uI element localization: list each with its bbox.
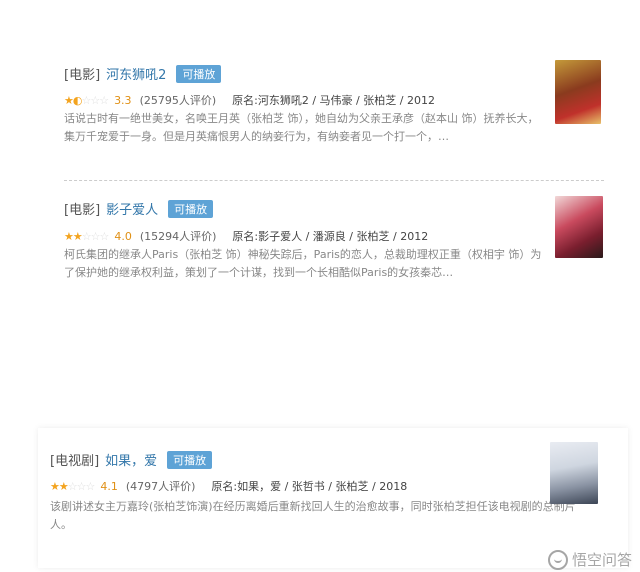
- title-link[interactable]: 河东狮吼2: [106, 64, 166, 83]
- star-rating: ★★☆☆☆: [50, 479, 95, 493]
- description: 柯氏集团的继承人Paris（张柏芝 饰）神秘失踪后，Paris的恋人，总裁助理权…: [64, 248, 542, 279]
- title-row: [电影] 影子爱人 可播放: [64, 199, 214, 218]
- result-card: [电影] 河东狮吼2 可播放 ★◐☆☆☆ 3.3 (25795人评价) 原名:河…: [52, 50, 612, 182]
- tv-poster[interactable]: [550, 442, 598, 504]
- rating-row: ★◐☆☆☆ 3.3 (25795人评价) 原名:河东狮吼2 / 马伟豪 / 张柏…: [64, 92, 435, 108]
- divider: [64, 180, 604, 181]
- wukong-logo-icon: [547, 549, 568, 570]
- playable-badge[interactable]: 可播放: [176, 64, 222, 83]
- original-info: 原名:影子爱人 / 潘源良 / 张柏芝 / 2012: [232, 230, 429, 243]
- star-rating: ★◐☆☆☆: [64, 93, 109, 107]
- title-row: [电视剧] 如果，爱 可播放: [50, 450, 213, 469]
- rating-score: 4.1: [100, 479, 118, 493]
- movie-poster[interactable]: [555, 196, 603, 258]
- star-rating: ★★☆☆☆: [64, 229, 109, 243]
- category-label: [电影]: [64, 203, 101, 218]
- rating-count: (15294人评价): [139, 230, 217, 243]
- movie-poster[interactable]: [555, 60, 601, 124]
- playable-badge[interactable]: 可播放: [168, 199, 214, 218]
- rating-score: 3.3: [114, 93, 132, 107]
- title-row: [电影] 河东狮吼2 可播放: [64, 64, 222, 83]
- rating-count: (4797人评价): [125, 480, 196, 493]
- watermark-text: 悟空问答: [571, 551, 632, 569]
- result-card: [电影] 影子爱人 可播放 ★★☆☆☆ 4.0 (15294人评价) 原名:影子…: [52, 182, 612, 332]
- original-info: 原名:如果，爱 / 张哲书 / 张柏芝 / 2018: [211, 480, 408, 493]
- title-link[interactable]: 影子爱人: [106, 199, 158, 218]
- watermark: 悟空问答: [547, 549, 632, 570]
- title-link[interactable]: 如果，爱: [105, 450, 157, 469]
- original-info: 原名:河东狮吼2 / 马伟豪 / 张柏芝 / 2012: [232, 94, 435, 107]
- rating-score: 4.0: [114, 229, 132, 243]
- description: 话说古时有一绝世美女，名唤王月英（张柏芝 饰），她自幼为父亲王承彦（赵本山 饰）…: [64, 112, 539, 143]
- category-label: [电影]: [64, 68, 101, 83]
- result-card: [电视剧] 如果，爱 可播放 ★★☆☆☆ 4.1 (4797人评价) 原名:如果…: [38, 428, 628, 568]
- playable-badge[interactable]: 可播放: [167, 450, 213, 469]
- category-label: [电视剧]: [50, 454, 100, 469]
- rating-row: ★★☆☆☆ 4.1 (4797人评价) 原名:如果，爱 / 张哲书 / 张柏芝 …: [50, 478, 407, 494]
- rating-count: (25795人评价): [139, 94, 217, 107]
- rating-row: ★★☆☆☆ 4.0 (15294人评价) 原名:影子爱人 / 潘源良 / 张柏芝…: [64, 228, 428, 244]
- description: 该剧讲述女主万嘉玲(张柏芝饰演)在经历离婚后重新找回人生的治愈故事，同时张柏芝担…: [50, 500, 576, 531]
